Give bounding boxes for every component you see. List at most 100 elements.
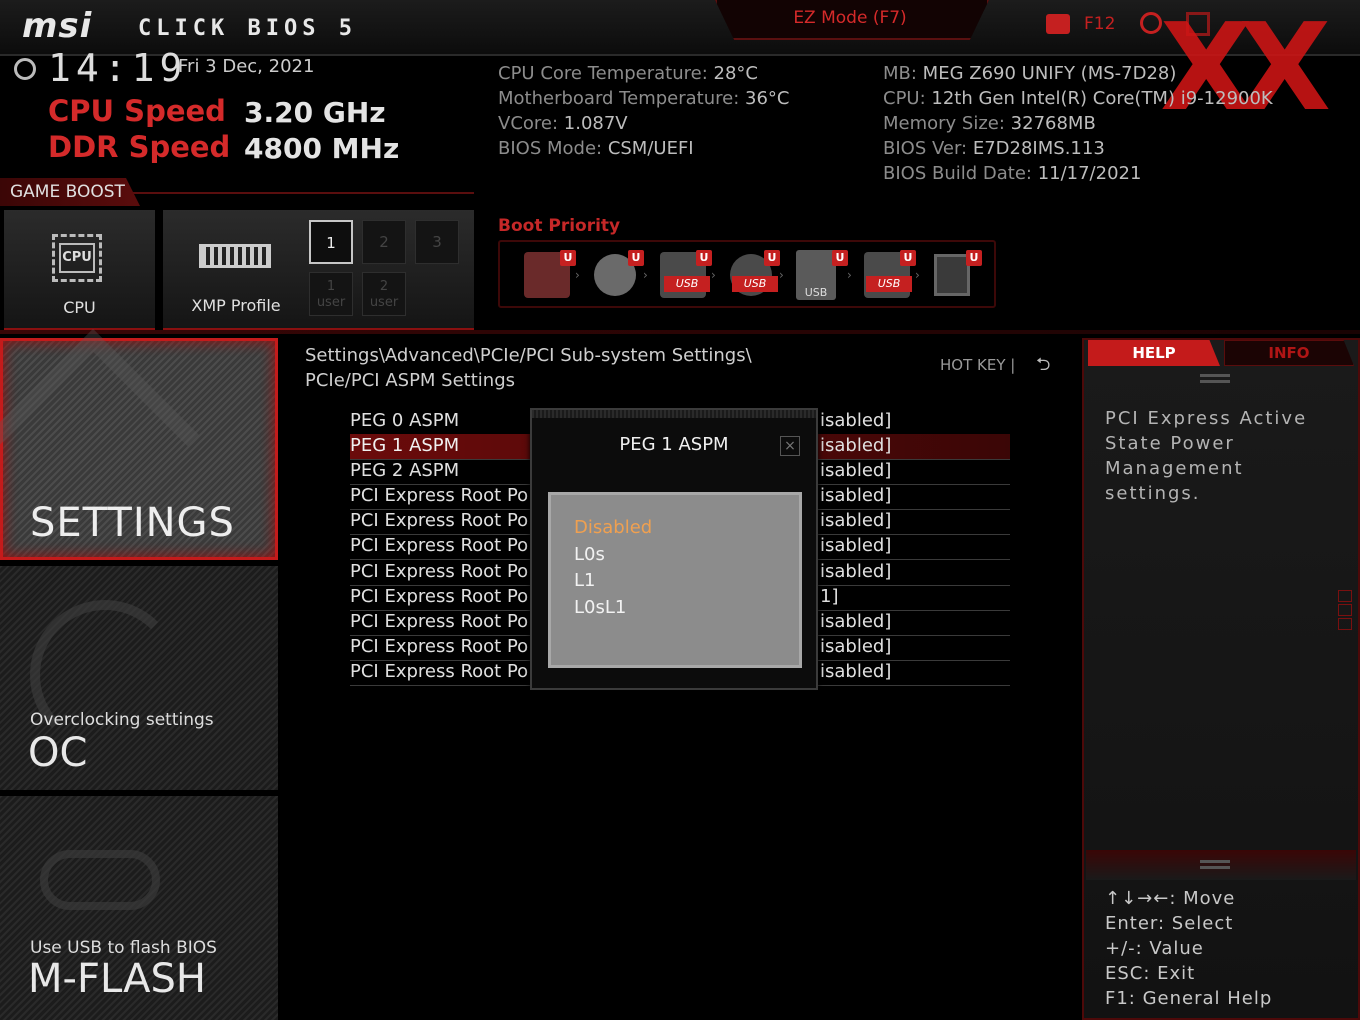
hotkey-button[interactable]: HOT KEY |	[940, 356, 1015, 374]
screenshot-key-label[interactable]: F12	[1084, 14, 1115, 34]
mb-value: MEG Z690 UNIFY (MS-7D28)	[922, 63, 1177, 84]
option-disabled[interactable]: Disabled	[574, 517, 652, 538]
scroll-down-handle[interactable]	[1200, 860, 1230, 863]
boot-arrow: ›	[711, 268, 716, 282]
xmp-profile-2-button[interactable]: 2	[362, 220, 406, 264]
xmp-profile-label: XMP Profile	[191, 296, 281, 315]
key-value: +/-: Value	[1105, 938, 1204, 959]
cpu-speed-value: 3.20 GHz	[244, 96, 386, 129]
nav-oc-description[interactable]: Overclocking settings	[30, 710, 214, 730]
setting-value[interactable]: isabled]	[820, 636, 891, 657]
side-tab[interactable]	[1338, 618, 1352, 630]
nav-m-flash-label[interactable]: M-FLASH	[28, 956, 206, 1002]
usb-tag: USB	[664, 276, 710, 292]
mb-temp-row: Motherboard Temperature: 36°C	[498, 88, 790, 109]
setting-value[interactable]: isabled]	[820, 460, 891, 481]
option-l0sl1[interactable]: L0sL1	[574, 597, 626, 618]
memory-row: Memory Size: 32768MB	[883, 113, 1096, 134]
cpu-temp-value: 28°C	[713, 63, 758, 84]
breadcrumb: Settings\Advanced\PCIe/PCI Sub-system Se…	[305, 345, 752, 366]
setting-label: PCI Express Root Po	[350, 535, 529, 556]
setting-value[interactable]: isabled]	[820, 611, 891, 632]
nav-oc-label[interactable]: OC	[28, 730, 87, 776]
side-tab[interactable]	[1338, 604, 1352, 616]
setting-label: PCI Express Root Po	[350, 561, 529, 582]
setting-label: PEG 1 ASPM	[350, 435, 460, 456]
clock-date: Fri 3 Dec, 2021	[178, 56, 315, 77]
cpu-chip-icon: CPU	[52, 234, 102, 282]
ram-module-icon	[199, 244, 271, 268]
bios-date-row: BIOS Build Date: 11/17/2021	[883, 163, 1142, 184]
scroll-up-handle[interactable]	[1200, 374, 1230, 377]
system-info-left: CPU Core Temperature: 28°C Motherboard T…	[498, 61, 789, 161]
scroll-up-handle[interactable]	[1200, 380, 1230, 383]
nav-m-flash-description[interactable]: Use USB to flash BIOS	[30, 938, 217, 958]
clock-icon	[14, 58, 36, 80]
help-divider	[1086, 850, 1356, 880]
boot-arrow: ›	[575, 268, 580, 282]
setting-value[interactable]: isabled]	[820, 561, 891, 582]
xmp-profile-1-button[interactable]: 1	[309, 220, 353, 264]
user-profile-1-number: 1	[326, 279, 336, 294]
dialog-title: PEG 1 ASPM	[619, 434, 729, 455]
usb-tag: USB	[732, 276, 778, 292]
xmp-profile-tile[interactable]: XMP Profile 1 2 3 1 user 2 user	[163, 210, 474, 332]
setting-label: PEG 2 ASPM	[350, 460, 460, 481]
xmp-profile-3-button[interactable]: 3	[415, 220, 459, 264]
key-select: Enter: Select	[1105, 913, 1234, 934]
page-title: PCIe/PCI ASPM Settings	[305, 370, 515, 391]
uefi-badge: U	[900, 250, 916, 266]
header-divider	[0, 330, 1360, 334]
screenshot-icon[interactable]	[1046, 14, 1070, 34]
bios-ver-row: BIOS Ver: E7D28IMS.113	[883, 138, 1105, 159]
setting-label: PCI Express Root Po	[350, 510, 529, 531]
option-l1[interactable]: L1	[574, 570, 595, 591]
scroll-down-handle[interactable]	[1200, 866, 1230, 869]
clock-time: 14:19	[48, 46, 188, 90]
user-profile-2-number: 2	[379, 279, 389, 294]
boot-priority-title: Boot Priority	[498, 216, 621, 236]
setting-value[interactable]: 1]	[820, 586, 838, 607]
usb-tag: USB	[866, 276, 912, 292]
setting-value[interactable]: isabled]	[820, 535, 891, 556]
uefi-badge: U	[764, 250, 780, 266]
game-boost-label: GAME BOOST	[10, 182, 125, 202]
setting-label: PCI Express Root Po	[350, 636, 529, 657]
network-icon[interactable]	[934, 254, 970, 296]
key-help: F1: General Help	[1105, 988, 1273, 1009]
search-icon[interactable]	[1140, 12, 1162, 34]
nav-settings-label[interactable]: SETTINGS	[30, 500, 235, 546]
bios-mode-value: CSM/UEFI	[607, 138, 694, 159]
help-description: PCI Express Active State Power Managemen…	[1105, 408, 1308, 504]
ez-mode-label[interactable]: EZ Mode (F7)	[740, 8, 960, 28]
user-profile-1-button[interactable]: 1 user	[309, 272, 353, 316]
vcore-value: 1.087V	[563, 113, 628, 134]
setting-label: PCI Express Root Po	[350, 611, 529, 632]
mb-temp-value: 36°C	[745, 88, 790, 109]
dialog-drag-handle[interactable]	[532, 410, 816, 418]
back-icon[interactable]: ⮌	[1036, 352, 1050, 382]
user-profile-2-button[interactable]: 2 user	[362, 272, 406, 316]
setting-label: PCI Express Root Po	[350, 485, 529, 506]
setting-value[interactable]: isabled]	[820, 435, 891, 456]
game-boost-cpu-tile[interactable]: CPU CPU	[4, 210, 155, 332]
setting-value[interactable]: isabled]	[820, 485, 891, 506]
user-profile-1-text: user	[316, 295, 346, 310]
tab-info-label[interactable]: INFO	[1224, 344, 1354, 362]
close-icon[interactable]: ×	[780, 436, 800, 456]
system-info-right: MB: MEG Z690 UNIFY (MS-7D28) CPU: 12th G…	[883, 61, 1273, 186]
msi-logo: msi	[22, 6, 93, 46]
boot-arrow: ›	[643, 268, 648, 282]
setting-label: PCI Express Root Po	[350, 661, 529, 682]
setting-value[interactable]: isabled]	[820, 410, 891, 431]
setting-value[interactable]: isabled]	[820, 661, 891, 682]
usb-stick-label: USB	[804, 286, 828, 299]
setting-value[interactable]: isabled]	[820, 510, 891, 531]
uefi-badge: U	[832, 250, 848, 266]
setting-label: PEG 0 ASPM	[350, 410, 460, 431]
option-l0s[interactable]: L0s	[574, 544, 605, 565]
tab-help-label[interactable]: HELP	[1088, 344, 1220, 362]
side-tab[interactable]	[1338, 590, 1352, 602]
bios-date-value: 11/17/2021	[1037, 163, 1142, 184]
mb-row: MB: MEG Z690 UNIFY (MS-7D28)	[883, 63, 1177, 84]
